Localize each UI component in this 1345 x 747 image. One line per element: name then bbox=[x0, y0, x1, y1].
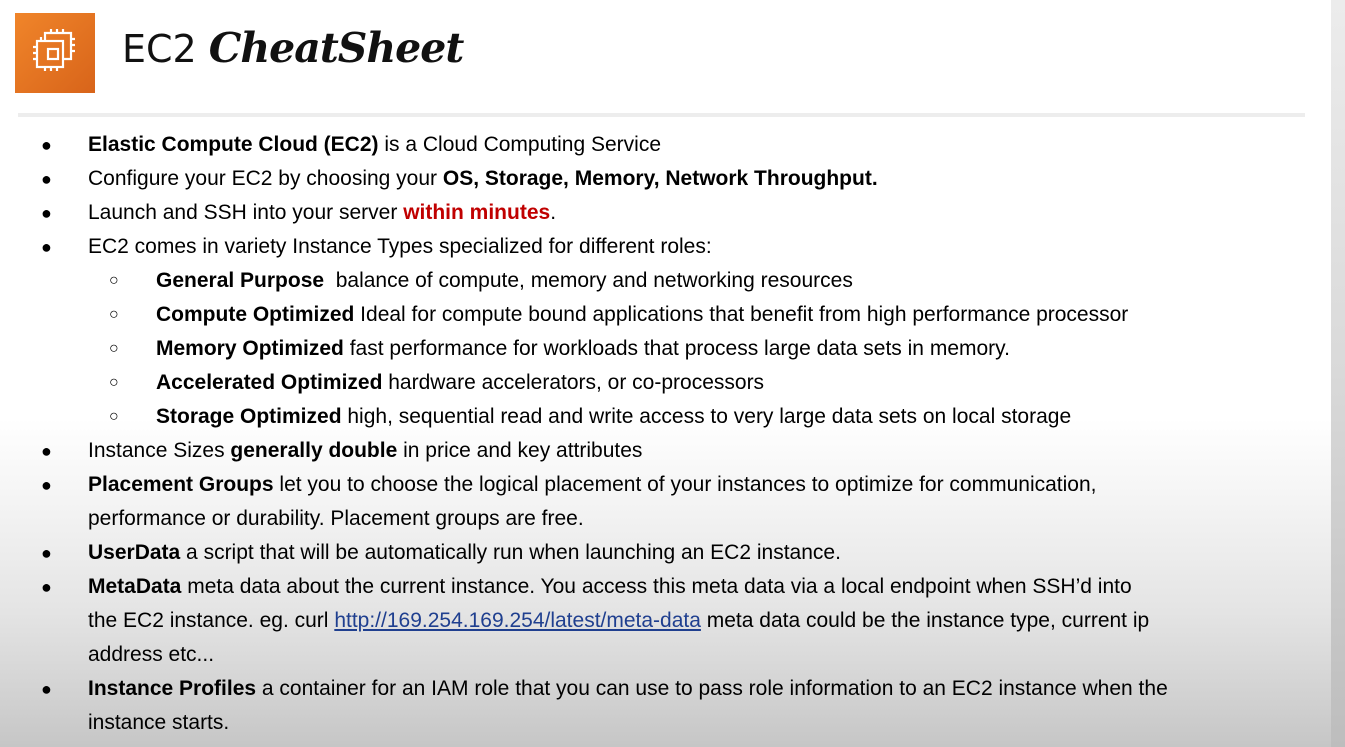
item-text-line3: address etc... bbox=[88, 643, 215, 666]
bullet: ● bbox=[41, 543, 52, 563]
list-item: ● Placement Groups let you to choose the… bbox=[0, 468, 1330, 536]
item-text: high, sequential read and write access t… bbox=[341, 405, 1072, 428]
item-text: meta data about the current instance. Yo… bbox=[181, 575, 1132, 598]
bullet: ● bbox=[41, 135, 52, 155]
item-text: is a Cloud Computing Service bbox=[378, 133, 661, 156]
item-text-end: in price and key attributes bbox=[397, 439, 643, 462]
item-bold: Accelerated Optimized bbox=[156, 371, 383, 394]
item-bold: Memory Optimized bbox=[156, 337, 344, 360]
bullet: ● bbox=[41, 203, 52, 223]
item-text: Configure your EC2 by choosing your bbox=[88, 167, 443, 190]
list-item: ● EC2 comes in variety Instance Types sp… bbox=[0, 230, 1330, 264]
list-item: ● Elastic Compute Cloud (EC2) is a Cloud… bbox=[0, 128, 1330, 162]
ec2-logo bbox=[15, 13, 95, 93]
list-item: ● UserData a script that will be automat… bbox=[0, 536, 1330, 570]
item-bold: Storage Optimized bbox=[156, 405, 342, 428]
metadata-link[interactable]: http://169.254.169.254/latest/meta-data bbox=[334, 609, 701, 632]
cheatsheet-list: ● Elastic Compute Cloud (EC2) is a Cloud… bbox=[0, 128, 1330, 740]
sub-bullet: ○ bbox=[109, 374, 119, 391]
item-highlight: within minutes bbox=[403, 201, 551, 224]
ec2-chip-icon bbox=[33, 29, 75, 71]
item-text: a script that will be automatically run … bbox=[180, 541, 841, 564]
bullet: ● bbox=[41, 441, 52, 461]
bullet: ● bbox=[41, 237, 52, 257]
item-bold: General Purpose bbox=[156, 269, 325, 292]
list-item: ● Launch and SSH into your server within… bbox=[0, 196, 1330, 230]
sub-bullet: ○ bbox=[109, 408, 119, 425]
sub-bullet: ○ bbox=[109, 340, 119, 357]
sub-list-item: ○ General Purpose balance of compute, me… bbox=[0, 264, 1330, 298]
bullet: ● bbox=[41, 475, 52, 495]
item-text: Ideal for compute bound applications tha… bbox=[354, 303, 1129, 326]
item-bold: Placement Groups bbox=[88, 473, 274, 496]
bullet: ● bbox=[41, 577, 52, 597]
item-text-end: . bbox=[550, 201, 557, 224]
list-item: ● Instance Profiles a container for an I… bbox=[0, 672, 1330, 740]
page-title: EC2 CheatSheet bbox=[122, 24, 465, 84]
item-text: balance of compute, memory and networkin… bbox=[324, 269, 853, 292]
title-script: CheatSheet bbox=[208, 24, 465, 72]
item-text: Launch and SSH into your server bbox=[88, 201, 404, 224]
item-text: hardware accelerators, or co-processors bbox=[382, 371, 765, 394]
item-text-line2: the EC2 instance. eg. curl bbox=[88, 609, 335, 632]
item-bold: Compute Optimized bbox=[156, 303, 355, 326]
sub-bullet: ○ bbox=[109, 272, 119, 289]
bullet: ● bbox=[41, 679, 52, 699]
slide-edge bbox=[1331, 0, 1345, 747]
item-text: fast performance for workloads that proc… bbox=[343, 337, 1010, 360]
item-bold: MetaData bbox=[88, 575, 182, 598]
item-text: EC2 comes in variety Instance Types spec… bbox=[88, 235, 712, 258]
list-item: ● MetaData meta data about the current i… bbox=[0, 570, 1330, 672]
item-bold: OS, Storage, Memory, Network Throughput. bbox=[442, 167, 878, 190]
sub-list-item: ○ Accelerated Optimized hardware acceler… bbox=[0, 366, 1330, 400]
item-text-line2: instance starts. bbox=[88, 711, 230, 734]
item-bold: generally double bbox=[230, 439, 398, 462]
sub-list-item: ○ Memory Optimized fast performance for … bbox=[0, 332, 1330, 366]
title-plain: EC2 bbox=[122, 27, 197, 71]
sub-list-item: ○ Storage Optimized high, sequential rea… bbox=[0, 400, 1330, 434]
item-bold: UserData bbox=[88, 541, 181, 564]
header-divider bbox=[18, 113, 1305, 117]
item-text: Instance Sizes bbox=[88, 439, 231, 462]
bullet: ● bbox=[41, 169, 52, 189]
item-bold: Elastic Compute Cloud (EC2) bbox=[88, 133, 379, 156]
item-text: let you to choose the logical placement … bbox=[273, 473, 1097, 496]
sub-bullet: ○ bbox=[109, 306, 119, 323]
sub-list-item: ○ Compute Optimized Ideal for compute bo… bbox=[0, 298, 1330, 332]
item-bold: Instance Profiles bbox=[88, 677, 257, 700]
list-item: ● Instance Sizes generally double in pri… bbox=[0, 434, 1330, 468]
list-item: ● Configure your EC2 by choosing your OS… bbox=[0, 162, 1330, 196]
item-text-line2-end: meta data could be the instance type, cu… bbox=[700, 609, 1150, 632]
item-text: a container for an IAM role that you can… bbox=[256, 677, 1168, 700]
item-text-line2: performance or durability. Placement gro… bbox=[88, 507, 584, 530]
